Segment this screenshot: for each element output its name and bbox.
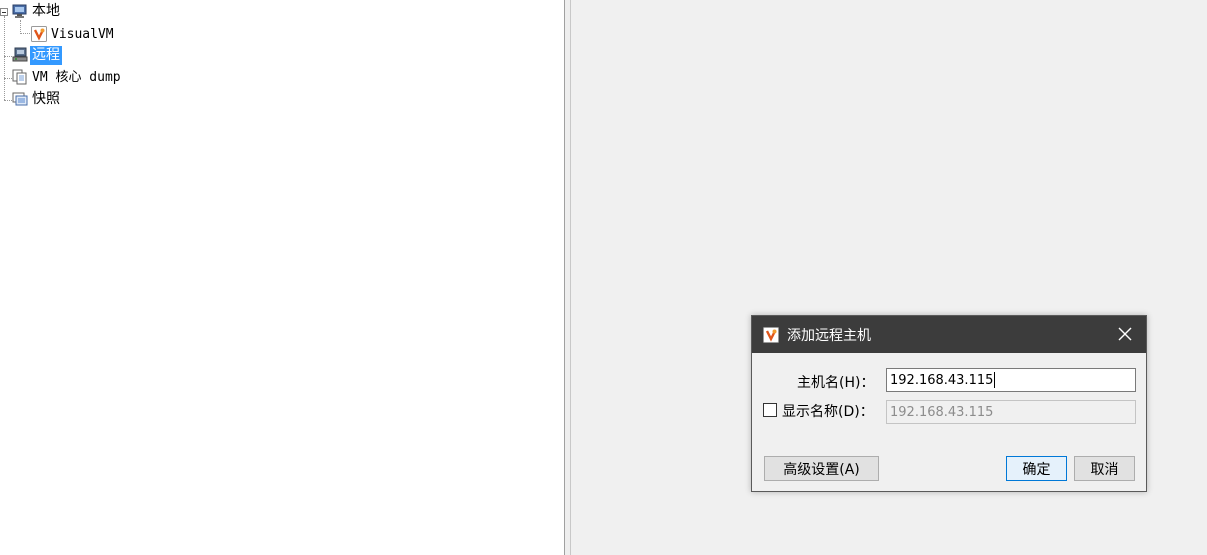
monitor-icon	[12, 3, 28, 19]
tree-guide-line	[20, 33, 30, 34]
tree-node-snapshots[interactable]: 快照	[12, 89, 62, 109]
tree-node-label: 本地	[32, 2, 60, 19]
tree-node-visualvm[interactable]: VisualVM	[31, 24, 116, 44]
advanced-settings-button[interactable]: 高级设置(A)	[764, 456, 879, 481]
text-caret	[994, 372, 996, 388]
display-name-checkbox[interactable]	[763, 403, 777, 417]
collapse-toggle-local[interactable]	[0, 8, 8, 16]
host-name-label: 主机名(H)：	[797, 375, 875, 391]
tree-node-label: VisualVM	[51, 26, 114, 42]
tree-node-label: VM 核心 dump	[32, 69, 121, 85]
ok-button[interactable]: 确定	[1006, 456, 1067, 481]
tree-guide-line	[4, 100, 12, 101]
remote-host-icon	[12, 47, 28, 63]
dialog-title: 添加远程主机	[787, 327, 871, 344]
host-name-input[interactable]: 192.168.43.115	[886, 368, 1136, 392]
tree-node-core-dump[interactable]: VM 核心 dump	[12, 67, 123, 87]
close-icon[interactable]	[1116, 325, 1134, 343]
display-name-input: 192.168.43.115	[886, 400, 1136, 424]
visualvm-app-icon	[31, 26, 47, 42]
snapshot-icon	[12, 91, 28, 107]
applications-tree-panel: 本地 VisualVM 远程 VM 核心 dump 快照	[0, 0, 565, 555]
host-name-value: 192.168.43.115	[890, 372, 994, 388]
visualvm-app-icon	[763, 326, 779, 343]
tree-node-remote[interactable]: 远程	[12, 45, 62, 65]
cancel-button[interactable]: 取消	[1074, 456, 1135, 481]
tree-guide-line	[4, 78, 12, 79]
core-dump-icon	[12, 69, 28, 85]
tree-guide-line	[4, 16, 5, 100]
tree-guide-line	[20, 20, 21, 34]
display-name-value: 192.168.43.115	[890, 404, 994, 420]
add-remote-host-dialog: 添加远程主机 主机名(H)： 192.168.43.115 显示名称(D)： 1…	[751, 315, 1147, 492]
display-name-label[interactable]: 显示名称(D)：	[782, 401, 874, 421]
tree-guide-line	[4, 56, 12, 57]
tree-node-local[interactable]: 本地	[12, 1, 62, 21]
tree-node-label: 远程	[30, 45, 62, 65]
tree-node-label: 快照	[32, 90, 60, 107]
dialog-titlebar[interactable]: 添加远程主机	[752, 316, 1146, 353]
